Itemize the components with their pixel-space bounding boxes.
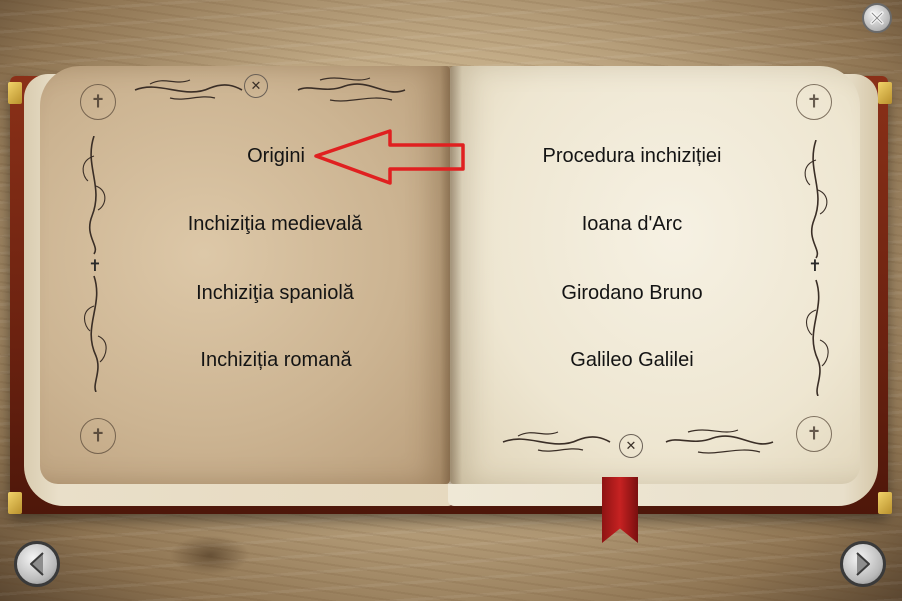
crossed-swords-icon: ✕ bbox=[619, 434, 643, 458]
menu-item-girodano-bruno[interactable]: Girodano Bruno bbox=[561, 282, 702, 305]
chevron-right-icon bbox=[856, 552, 870, 576]
menu-item-ioana-darc[interactable]: Ioana d'Arc bbox=[582, 213, 683, 236]
seal-emblem-icon bbox=[796, 84, 832, 120]
bookmark-ribbon bbox=[602, 477, 638, 543]
annotation-arrow-icon bbox=[314, 129, 465, 185]
book-corner bbox=[878, 492, 892, 514]
book-corner bbox=[8, 492, 22, 514]
seal-emblem-icon bbox=[80, 418, 116, 454]
crossed-swords-icon: ✕ bbox=[244, 74, 268, 98]
cross-icon: ✝ bbox=[808, 258, 822, 275]
menu-item-inchizitia-medievala[interactable]: Inchiziţia medievală bbox=[188, 213, 363, 236]
close-icon bbox=[870, 11, 884, 25]
menu-item-procedura-inchizitiei[interactable]: Procedura inchiziției bbox=[543, 145, 722, 168]
close-button[interactable] bbox=[862, 3, 892, 33]
book-corner bbox=[878, 82, 892, 104]
top-ornament-icon bbox=[134, 77, 406, 102]
seal-emblem-icon bbox=[80, 84, 116, 120]
cross-icon: ✝ bbox=[88, 258, 102, 275]
next-page-button[interactable] bbox=[840, 541, 886, 587]
menu-item-inchizitia-spaniola[interactable]: Inchiziţia spaniolă bbox=[196, 282, 354, 305]
previous-page-button[interactable] bbox=[14, 541, 60, 587]
wood-knot bbox=[170, 535, 250, 575]
menu-item-origini[interactable]: Origini bbox=[247, 145, 305, 168]
menu-item-inchizitia-romana[interactable]: Inchiziția romană bbox=[200, 349, 351, 372]
seal-emblem-icon bbox=[796, 416, 832, 452]
menu-item-galileo-galilei[interactable]: Galileo Galilei bbox=[570, 349, 693, 372]
chevron-left-icon bbox=[30, 552, 44, 576]
book-corner bbox=[8, 82, 22, 104]
